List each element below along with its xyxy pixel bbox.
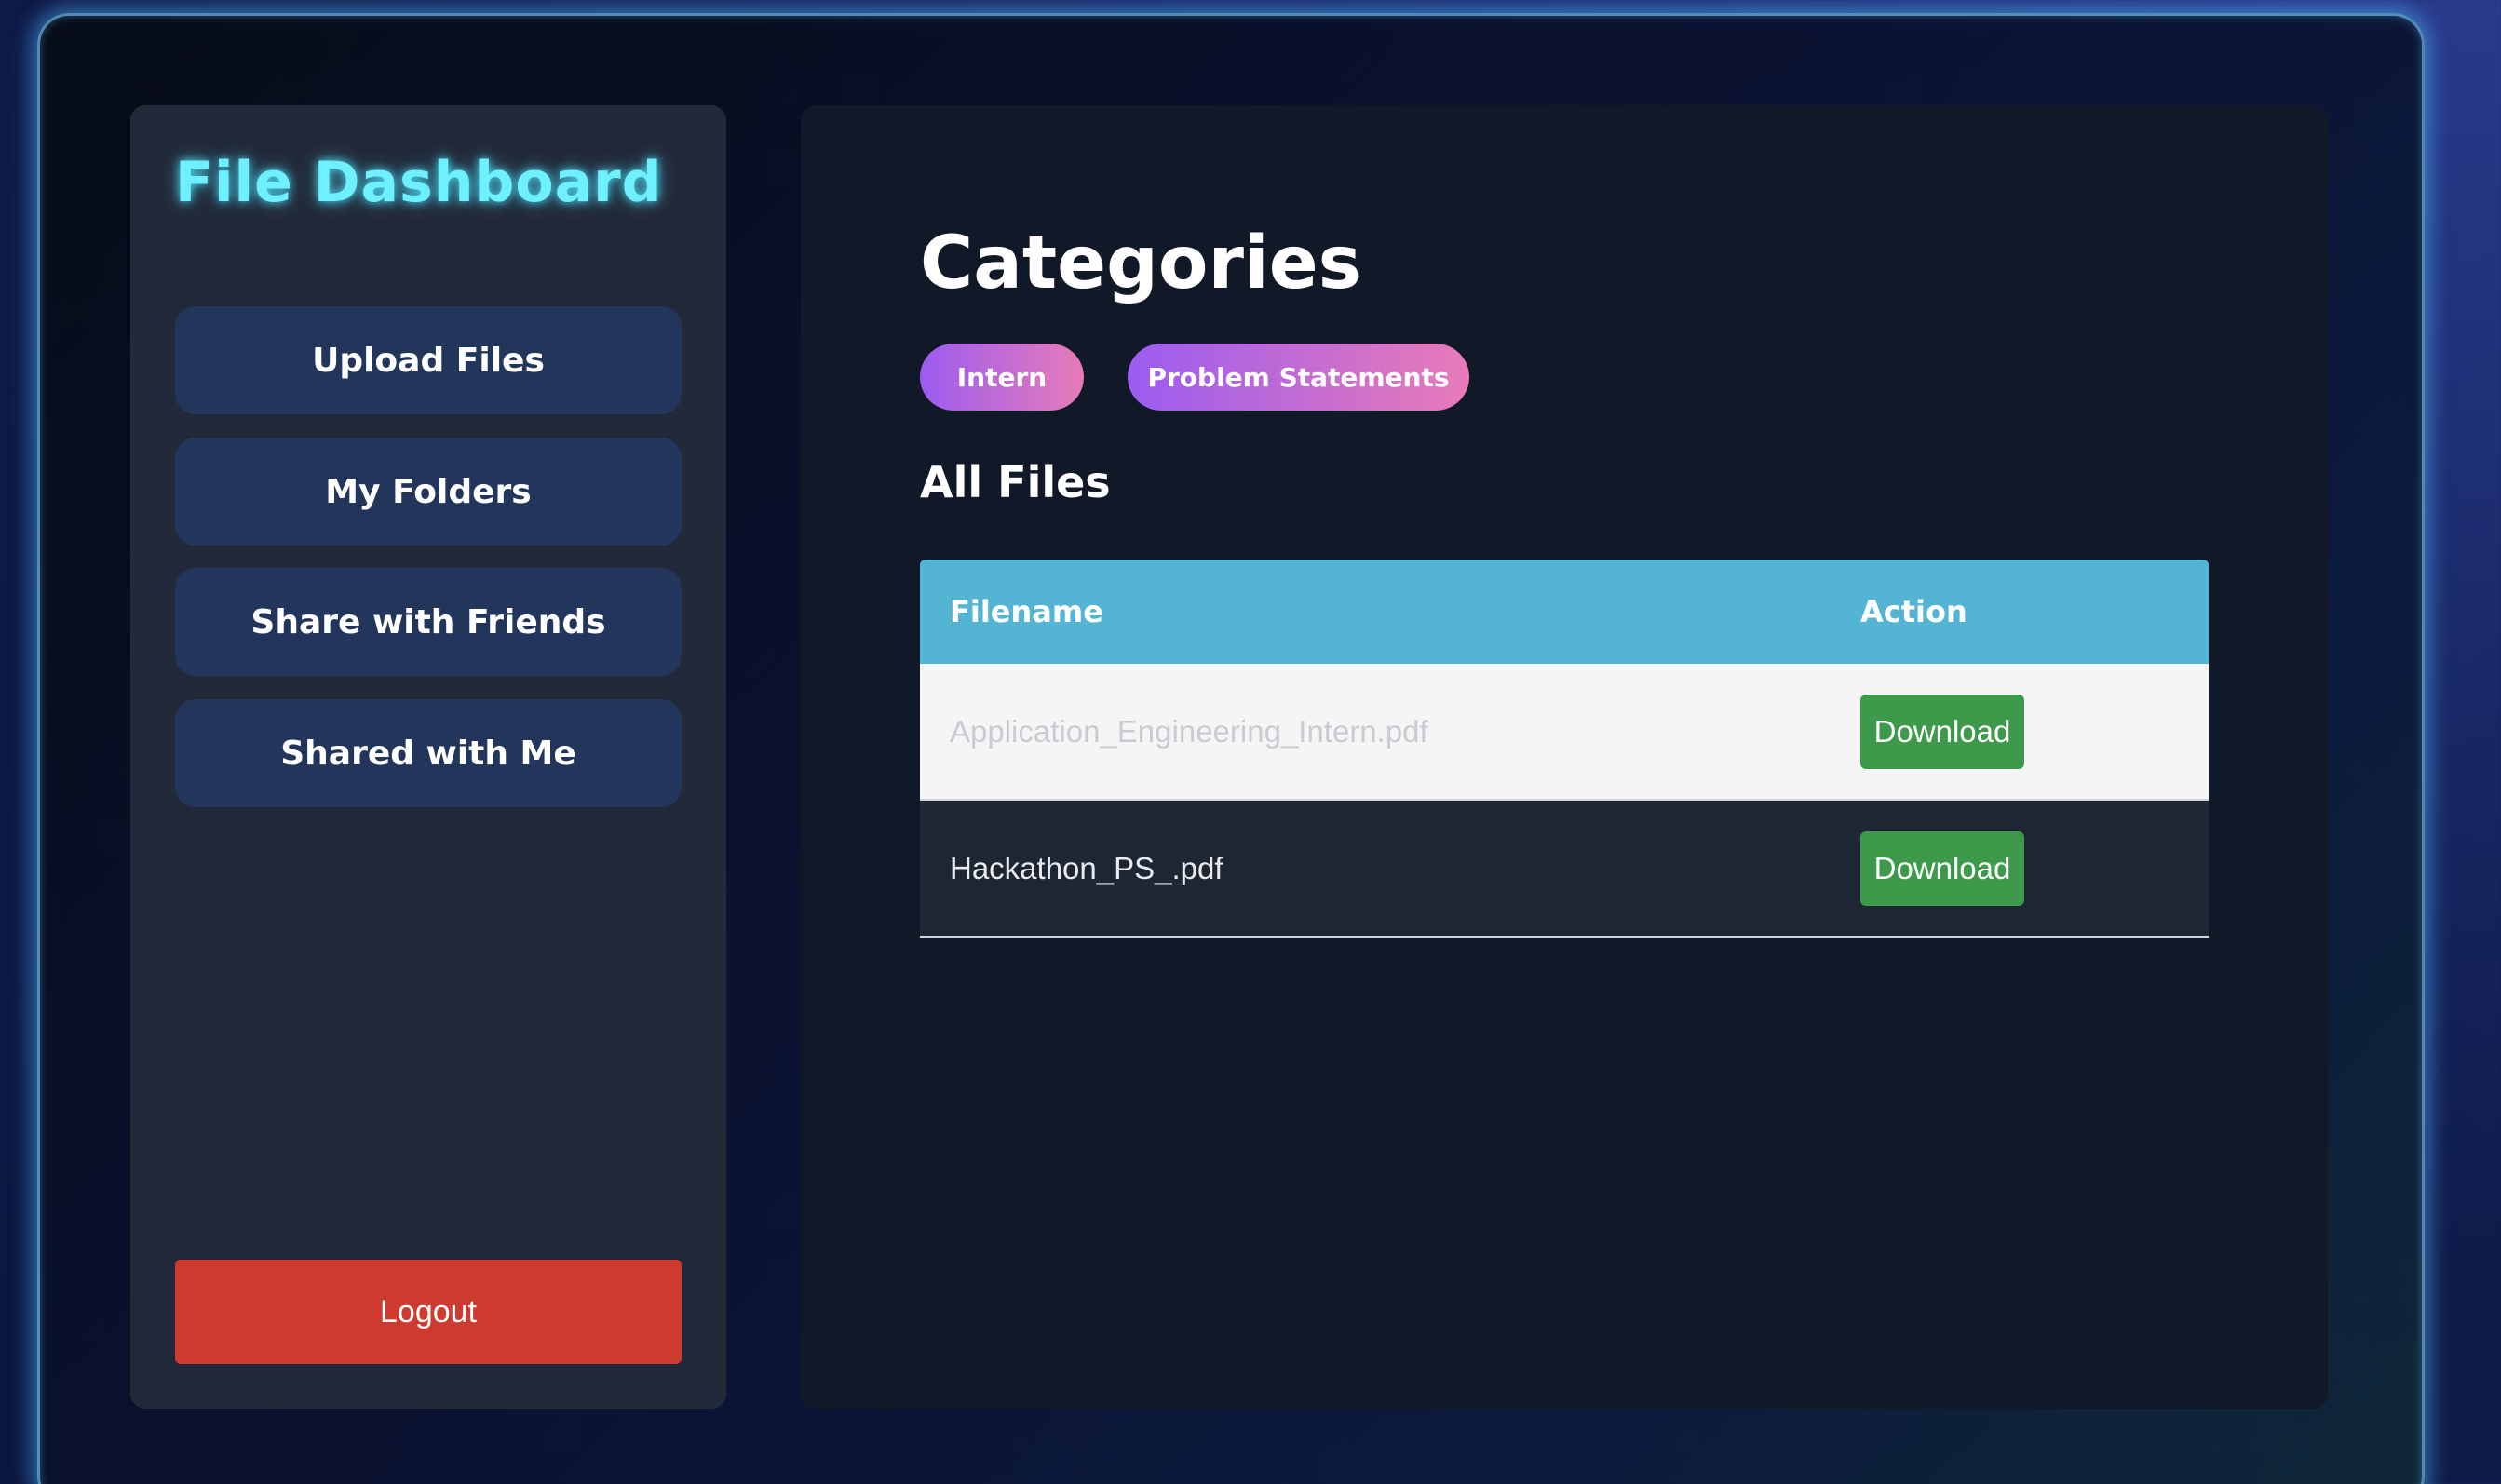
shared-with-me-button[interactable]: Shared with Me xyxy=(175,699,682,807)
logout-button[interactable]: Logout xyxy=(175,1260,682,1364)
upload-files-button[interactable]: Upload Files xyxy=(175,306,682,414)
sidebar: File Dashboard Upload Files My Folders S… xyxy=(130,105,726,1409)
table-row: Hackathon_PS_.pdf Download xyxy=(920,801,2209,938)
categories-title: Categories xyxy=(920,222,1362,305)
brand-title: File Dashboard xyxy=(175,150,663,215)
my-folders-button[interactable]: My Folders xyxy=(175,438,682,546)
main-panel: Categories Intern Problem Statements All… xyxy=(801,105,2328,1409)
table-header: Filename Action xyxy=(920,560,2209,664)
filename-column-header: Filename xyxy=(950,594,1103,629)
table-row: Application_Engineering_Intern.pdf Downl… xyxy=(920,664,2209,801)
share-with-friends-button[interactable]: Share with Friends xyxy=(175,568,682,676)
category-pill-intern[interactable]: Intern xyxy=(920,344,1084,411)
download-button[interactable]: Download xyxy=(1860,831,2024,906)
filename-cell: Application_Engineering_Intern.pdf xyxy=(950,714,1428,749)
all-files-title: All Files xyxy=(920,457,1111,507)
files-table: Filename Action Application_Engineering_… xyxy=(920,560,2209,938)
action-column-header: Action xyxy=(1860,594,1967,629)
category-pill-problem-statements[interactable]: Problem Statements xyxy=(1128,344,1469,411)
download-button[interactable]: Download xyxy=(1860,695,2024,769)
filename-cell: Hackathon_PS_.pdf xyxy=(950,851,1223,885)
